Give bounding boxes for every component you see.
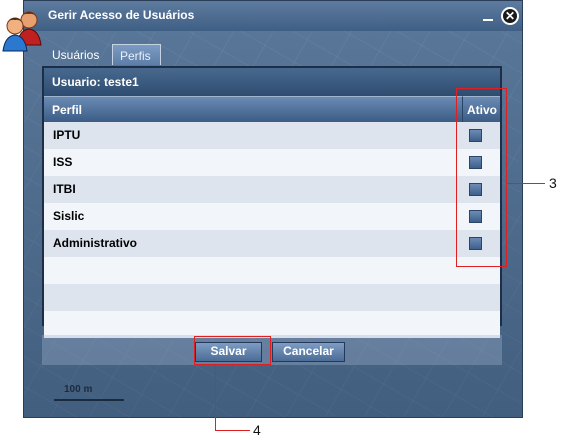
column-header-perfil[interactable]: Perfil [44, 96, 462, 122]
map-scale-bar [54, 399, 124, 401]
annotation-number-4: 4 [253, 422, 261, 438]
empty-row [44, 257, 500, 284]
profile-label: Administrativo [53, 236, 138, 250]
table-row: Administrativo [44, 230, 500, 257]
tab-perfis[interactable]: Perfis [112, 44, 161, 65]
annotation-leader-4-h [215, 430, 250, 431]
annotation-leader-3 [507, 183, 545, 184]
annotation-number-3: 3 [549, 175, 557, 191]
empty-row [44, 284, 500, 311]
access-dialog: 100 m Gerir Acesso de Usuários ✕ Usuário… [23, 0, 523, 418]
minimize-icon[interactable] [482, 9, 494, 23]
map-scale-label: 100 m [64, 384, 93, 395]
profile-label: ISS [53, 155, 73, 169]
dialog-titlebar[interactable]: Gerir Acesso de Usuários ✕ [24, 1, 522, 31]
user-label: Usuario: teste1 [44, 68, 500, 96]
annotation-box-ativo [456, 88, 507, 267]
profile-label: ITBI [53, 182, 76, 196]
cancel-button[interactable]: Cancelar [272, 342, 345, 362]
annotation-box-save [194, 336, 271, 365]
tab-usuarios[interactable]: Usuários [45, 44, 111, 65]
table-row: IPTU [44, 122, 500, 149]
annotation-leader-4-v [215, 365, 216, 431]
button-bar: Salvar Cancelar [42, 335, 502, 365]
profiles-panel: Usuario: teste1 Perfil Ativo IPTU ISS IT… [42, 66, 502, 338]
profiles-table: IPTU ISS ITBI Sislic Administrativo [44, 122, 500, 338]
empty-row [44, 311, 500, 338]
close-icon[interactable]: ✕ [501, 7, 519, 25]
dialog-title: Gerir Acesso de Usuários [48, 8, 195, 22]
table-row: Sislic [44, 203, 500, 230]
profile-label: IPTU [53, 128, 81, 142]
table-row: ITBI [44, 176, 500, 203]
table-row: ISS [44, 149, 500, 176]
users-icon [2, 11, 42, 52]
profile-label: Sislic [53, 209, 85, 223]
